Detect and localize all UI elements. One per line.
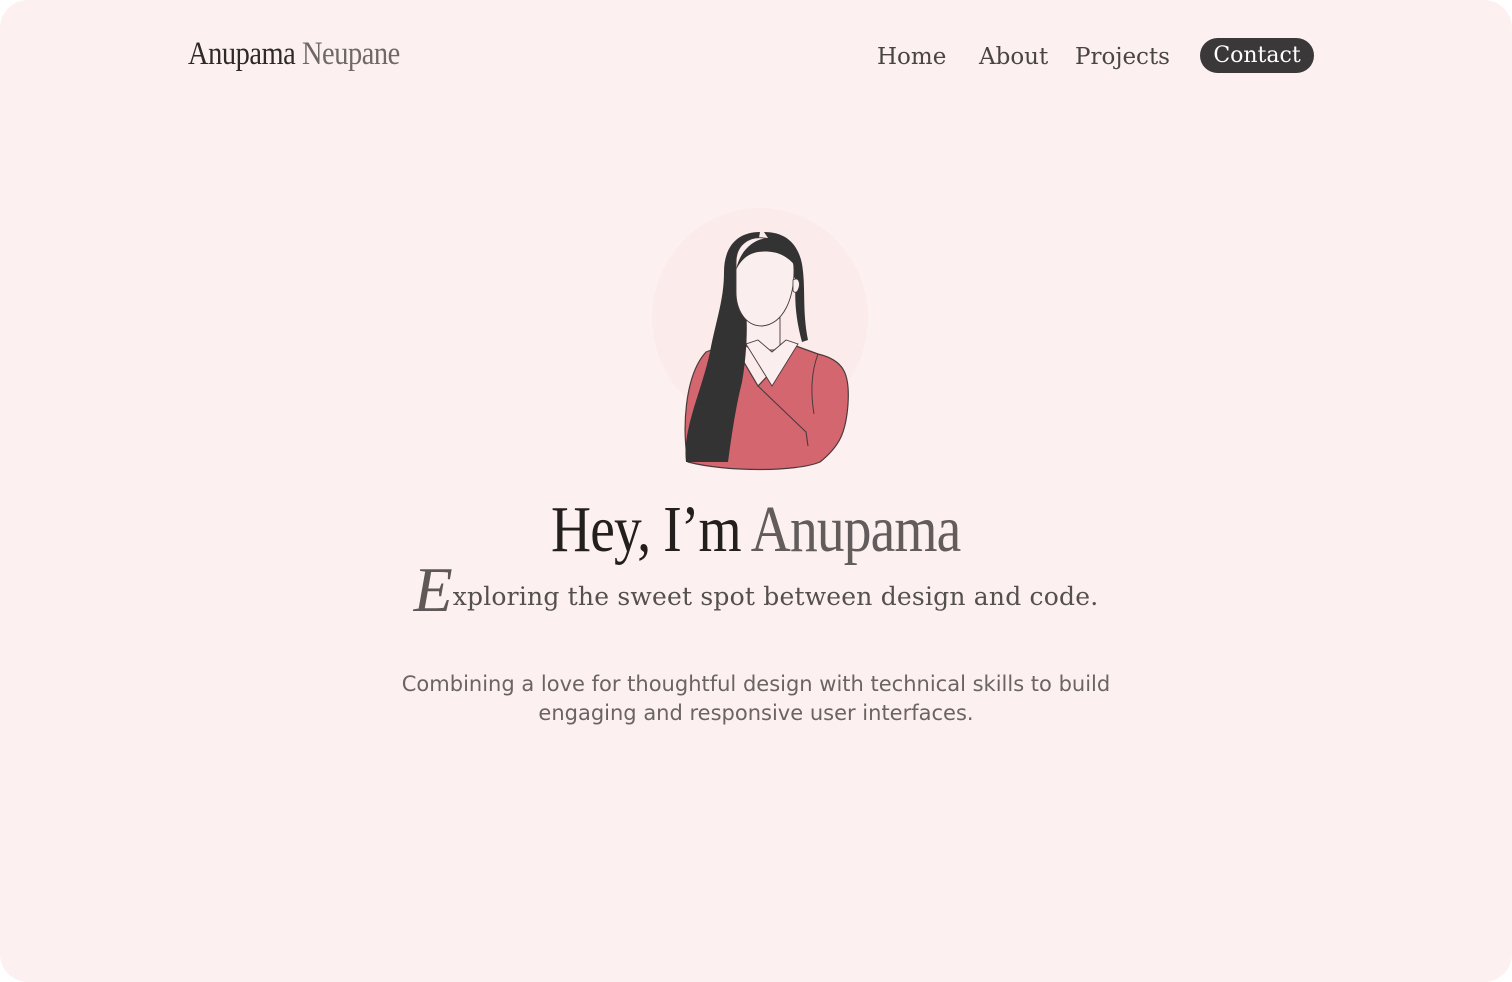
hero-heading: Hey, I’m Anupama xyxy=(0,490,1512,570)
site-logo[interactable]: Anupama Neupane xyxy=(188,36,400,73)
nav-home-link[interactable]: Home xyxy=(877,36,946,78)
hero-greeting: Hey, I’m xyxy=(551,493,742,566)
tagline-drop-cap: E xyxy=(413,554,453,625)
hero-name: Anupama xyxy=(751,493,961,566)
logo-first-name: Anupama xyxy=(188,36,296,72)
contact-button[interactable]: Contact xyxy=(1200,38,1314,73)
tagline-text: xploring the sweet spot between design a… xyxy=(452,582,1099,611)
logo-last-name: Neupane xyxy=(301,36,400,72)
hero-description: Combining a love for thoughtful design w… xyxy=(401,672,1111,725)
hero-tagline: Exploring the sweet spot between design … xyxy=(0,558,1512,627)
page: Anupama Neupane Home About Projects Cont… xyxy=(0,0,1512,982)
nav-about-link[interactable]: About xyxy=(979,36,1048,78)
nav-projects-link[interactable]: Projects xyxy=(1075,36,1170,78)
portrait-illustration-icon xyxy=(652,208,868,471)
